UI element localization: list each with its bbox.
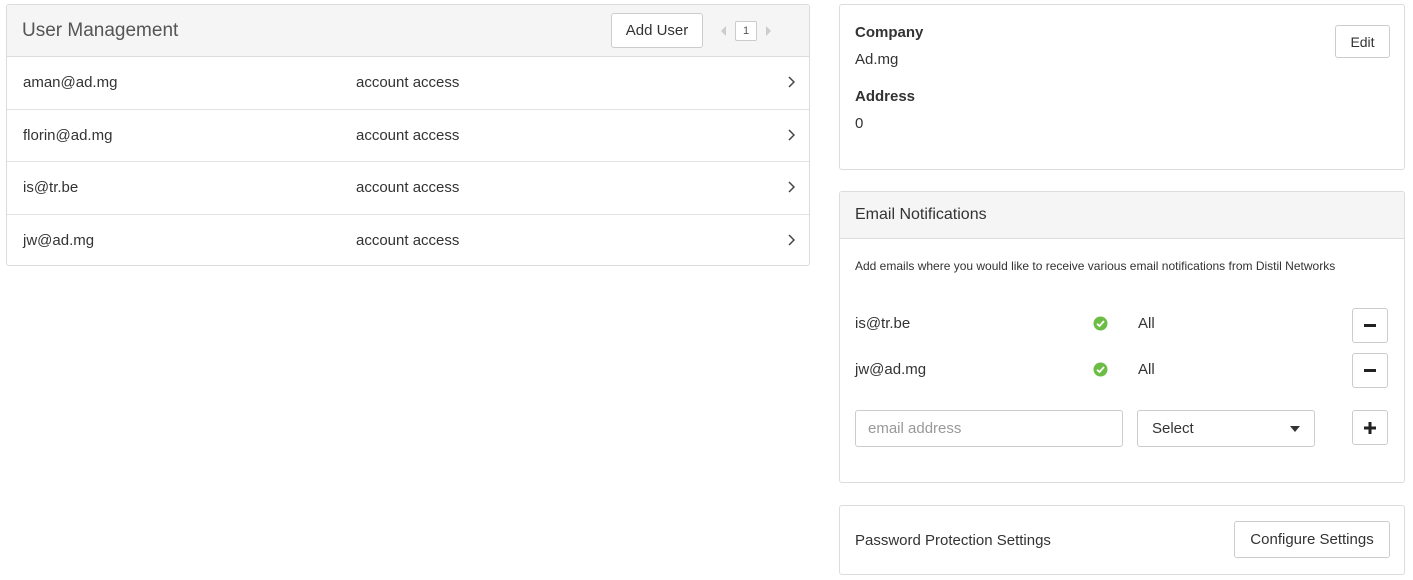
user-email: florin@ad.mg	[23, 126, 113, 144]
minus-icon	[1364, 323, 1376, 327]
company-value: Ad.mg	[855, 51, 899, 68]
select-value: Select	[1152, 420, 1194, 437]
notification-row: is@tr.be All	[840, 306, 1406, 342]
email-notifications-header: Email Notifications	[840, 192, 1404, 239]
pagination: 1	[719, 18, 773, 44]
notification-email: is@tr.be	[855, 315, 911, 332]
remove-email-button[interactable]	[1352, 353, 1388, 388]
user-row[interactable]: aman@ad.mg account access	[7, 57, 809, 110]
user-row[interactable]: florin@ad.mg account access	[7, 110, 809, 162]
notification-type-select[interactable]: Select	[1137, 410, 1315, 447]
user-access: account access	[356, 126, 460, 144]
user-access: account access	[356, 74, 460, 91]
email-address-input[interactable]	[855, 410, 1123, 447]
user-row[interactable]: jw@ad.mg account access	[7, 215, 809, 268]
configure-settings-button[interactable]: Configure Settings	[1234, 521, 1390, 558]
address-label: Address	[855, 88, 916, 105]
password-protection-panel: Password Protection Settings Configure S…	[839, 505, 1405, 575]
user-access: account access	[356, 231, 460, 249]
chevron-right-icon[interactable]	[787, 181, 795, 193]
notification-email: jw@ad.mg	[855, 361, 927, 378]
chevron-right-icon[interactable]	[787, 128, 795, 141]
email-notifications-description: Add emails where you would like to recei…	[855, 259, 1336, 273]
caret-down-icon	[1290, 426, 1300, 432]
add-email-button[interactable]	[1352, 410, 1388, 445]
minus-icon	[1364, 368, 1376, 372]
notification-type: All	[1138, 361, 1155, 378]
remove-email-button[interactable]	[1352, 308, 1388, 343]
company-label: Company	[855, 24, 924, 41]
user-row[interactable]: is@tr.be account access	[7, 162, 809, 215]
plus-icon	[1364, 421, 1376, 434]
chevron-right-icon[interactable]	[787, 76, 795, 88]
user-email: is@tr.be	[23, 179, 79, 196]
user-management-title: User Management	[22, 20, 179, 41]
user-management-header: User Management Add User 1	[7, 5, 809, 57]
user-email: jw@ad.mg	[23, 231, 95, 249]
user-management-panel: User Management Add User 1 aman@ad.mg ac…	[6, 4, 810, 266]
notification-row: jw@ad.mg All	[840, 352, 1406, 388]
notification-type: All	[1138, 315, 1155, 332]
next-page-icon[interactable]	[763, 24, 773, 38]
company-panel: Company Ad.mg Address 0 Edit	[839, 4, 1405, 170]
check-circle-icon	[1093, 316, 1108, 331]
prev-page-icon[interactable]	[719, 24, 729, 38]
password-protection-label: Password Protection Settings	[855, 532, 1051, 549]
email-notifications-title: Email Notifications	[855, 206, 987, 223]
chevron-right-icon[interactable]	[787, 233, 795, 246]
add-user-button[interactable]: Add User	[611, 13, 703, 48]
user-access: account access	[356, 179, 460, 196]
edit-button[interactable]: Edit	[1335, 25, 1390, 58]
user-email: aman@ad.mg	[23, 74, 118, 91]
check-circle-icon	[1093, 362, 1108, 377]
email-notifications-panel: Email Notifications Add emails where you…	[839, 191, 1405, 483]
address-value: 0	[855, 115, 864, 132]
page-number[interactable]: 1	[735, 21, 757, 41]
